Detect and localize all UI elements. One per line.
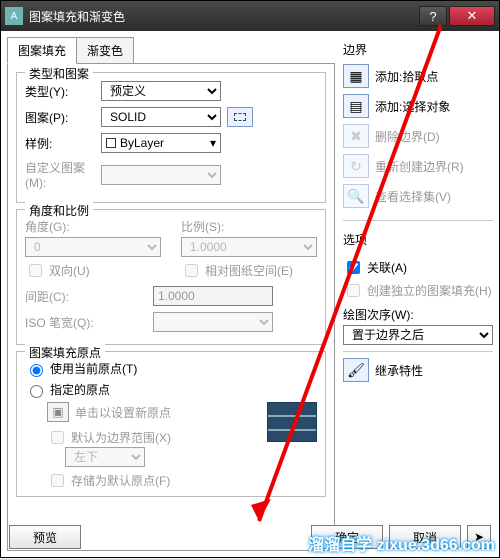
view-selection-button: 🔍查看选择集(V) [343, 184, 493, 208]
origin-current-radio[interactable]: 使用当前原点(T) [25, 360, 317, 377]
tab-bar: 图案填充 渐变色 [7, 37, 335, 64]
type-label: 类型(Y): [25, 83, 95, 100]
pattern-select[interactable]: SOLID [101, 107, 221, 127]
inherit-icon: 🖌 [343, 358, 369, 382]
paperspace-checkbox: 相对图纸空间(E) [181, 261, 317, 280]
pick-point-icon: ▦ [343, 64, 369, 88]
remove-icon: ✖ [343, 124, 369, 148]
close-button[interactable]: ✕ [449, 6, 495, 26]
remove-boundary-button: ✖删除边界(D) [343, 124, 493, 148]
recreate-icon: ↻ [343, 154, 369, 178]
sample-swatch[interactable]: ByLayer ▾ [101, 133, 221, 153]
sample-label: 样例: [25, 135, 95, 152]
custom-pattern-label: 自定义图案(M): [25, 159, 95, 190]
scale-select: 1.0000 [181, 237, 317, 257]
custom-pattern-select [101, 165, 221, 185]
assoc-checkbox[interactable]: 关联(A) [343, 258, 493, 277]
scale-label: 比例(S): [181, 218, 317, 235]
select-objects-icon: ▤ [343, 94, 369, 118]
origin-preview-icon [267, 402, 317, 442]
ok-button[interactable]: 确定 [311, 525, 383, 549]
recreate-boundary-button: ↻重新创建边界(R) [343, 154, 493, 178]
cancel-button[interactable]: 取消 [389, 525, 461, 549]
options-title: 选项 [343, 231, 493, 248]
type-select[interactable]: 预定义 [101, 81, 221, 101]
set-origin-button: ▣ [47, 402, 69, 422]
iso-select [153, 312, 273, 332]
sample-value: ByLayer [120, 136, 164, 150]
help-button[interactable]: ? [419, 6, 447, 26]
tab-gradient[interactable]: 渐变色 [76, 37, 134, 64]
origin-position-select: 左下 [65, 447, 145, 467]
dialog-window: A 图案填充和渐变色 ? ✕ 图案填充 渐变色 类型和图案 类型(Y): 预定义 [0, 0, 500, 558]
tab-hatch[interactable]: 图案填充 [7, 37, 77, 64]
angle-label: 角度(G): [25, 218, 161, 235]
titlebar: A 图案填充和渐变色 ? ✕ [1, 1, 499, 31]
pattern-browse-button[interactable] [227, 107, 253, 127]
color-swatch-icon [106, 138, 116, 148]
draw-order-label: 绘图次序(W): [343, 306, 493, 323]
draw-order-select[interactable]: 置于边界之后 [343, 325, 493, 345]
spacing-input [153, 286, 273, 306]
pattern-label: 图案(P): [25, 109, 95, 126]
preview-button[interactable]: 预览 [9, 525, 81, 549]
origin-specified-radio[interactable]: 指定的原点 [25, 381, 317, 398]
store-default-checkbox: 存储为默认原点(F) [47, 471, 259, 490]
group-title: 图案填充原点 [25, 344, 105, 361]
bidir-checkbox: 双向(U) [25, 261, 161, 280]
window-title: 图案填充和渐变色 [29, 8, 419, 25]
angle-select: 0 [25, 237, 161, 257]
add-select-objects-button[interactable]: ▤添加:选择对象 [343, 94, 493, 118]
inherit-props-button[interactable]: 🖌继承特性 [343, 358, 493, 382]
click-set-label: 单击以设置新原点 [75, 404, 171, 421]
app-icon: A [5, 7, 23, 25]
default-extent-checkbox: 默认为边界范围(X) [47, 428, 259, 447]
iso-label: ISO 笔宽(Q): [25, 314, 95, 331]
view-icon: 🔍 [343, 184, 369, 208]
group-title: 角度和比例 [25, 202, 93, 219]
spacing-label: 间距(C): [25, 288, 95, 305]
boundary-title: 边界 [343, 41, 493, 58]
group-angle-scale: 角度和比例 角度(G): 0 双向(U) 比例(S): 1.0000 相对图纸空… [16, 209, 326, 345]
expand-button[interactable]: ➤ [467, 525, 491, 549]
group-title: 类型和图案 [25, 65, 93, 82]
independent-checkbox: 创建独立的图案填充(H) [343, 281, 493, 300]
group-type-pattern: 类型和图案 类型(Y): 预定义 图案(P): SOLID 样例: [16, 72, 326, 203]
group-origin: 图案填充原点 使用当前原点(T) 指定的原点 ▣ 单击以设置新原点 默认为边界范… [16, 351, 326, 497]
add-pick-point-button[interactable]: ▦添加:拾取点 [343, 64, 493, 88]
